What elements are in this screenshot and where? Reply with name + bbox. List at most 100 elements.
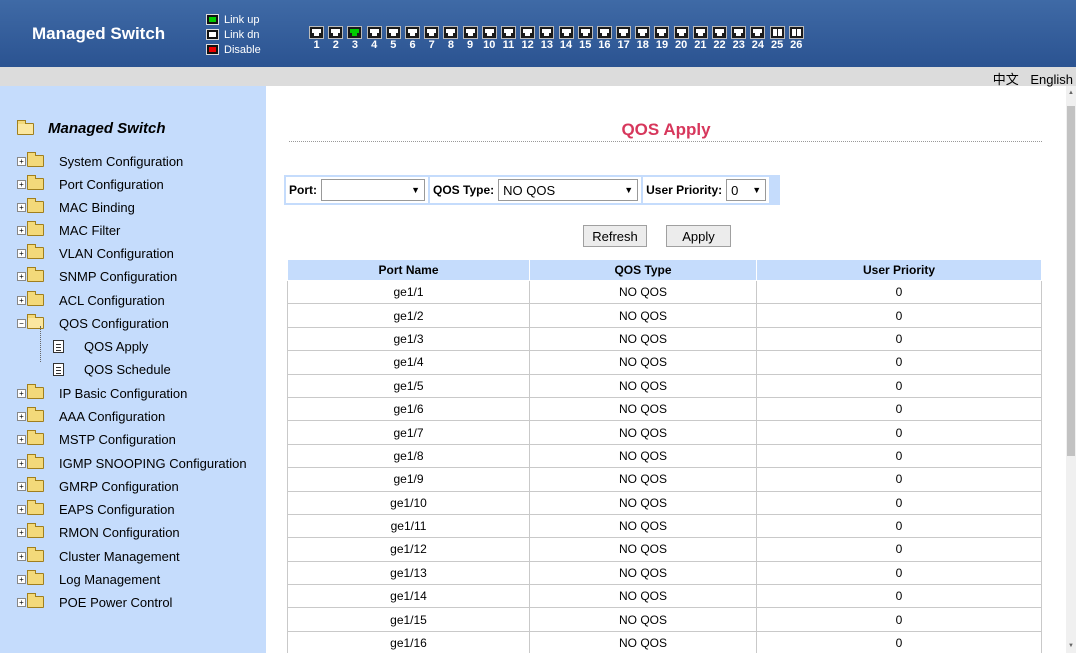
table-row[interactable]: ge1/9 NO QOS 0 [287,467,1042,492]
table-row[interactable]: ge1/16 NO QOS 0 [287,630,1042,653]
legend-disable: Disable [224,43,261,56]
sidebar-item-snmp-configuration[interactable]: + SNMP Configuration [17,267,177,285]
expand-icon[interactable]: + [17,504,26,514]
port-17[interactable]: 17 [614,26,633,52]
port-3[interactable]: 3 [345,26,364,52]
port-4[interactable]: 4 [365,26,384,52]
expand-icon[interactable]: + [17,271,26,281]
expand-icon[interactable]: + [17,225,26,235]
table-row[interactable]: ge1/7 NO QOS 0 [287,420,1042,445]
collapse-icon[interactable]: − [17,318,26,328]
tree-root[interactable]: Managed Switch [17,119,166,137]
expand-icon[interactable]: + [17,481,26,491]
port-2[interactable]: 2 [326,26,345,52]
port-1[interactable]: 1 [307,26,326,52]
table-row[interactable]: ge1/6 NO QOS 0 [287,396,1042,422]
sidebar-item-mstp-configuration[interactable]: + MSTP Configuration [17,430,176,448]
sidebar-item-ip-basic-configuration[interactable]: + IP Basic Configuration [17,384,187,402]
scroll-thumb[interactable] [1067,106,1075,456]
sidebar-item-mac-binding[interactable]: + MAC Binding [17,198,135,216]
lang-chinese-link[interactable]: 中文 [993,72,1019,87]
sidebar-subitem-qos-apply[interactable]: QOS Apply [53,337,148,355]
sidebar-item-cluster-management[interactable]: + Cluster Management [17,547,180,565]
cell-port-name: ge1/7 [287,420,530,445]
port-22[interactable]: 22 [710,26,729,52]
port-16[interactable]: 16 [595,26,614,52]
port-21[interactable]: 21 [691,26,710,52]
folder-icon [27,244,44,259]
port-23[interactable]: 23 [729,26,748,52]
sidebar-subitem-qos-schedule[interactable]: QOS Schedule [53,360,171,378]
expand-icon[interactable]: + [17,551,26,561]
column-header-port-name[interactable]: Port Name [287,259,530,281]
expand-icon[interactable]: + [17,388,26,398]
scroll-down-icon[interactable]: ▼ [1067,643,1075,649]
port-13[interactable]: 13 [537,26,556,52]
expand-icon[interactable]: + [17,574,26,584]
table-row[interactable]: ge1/4 NO QOS 0 [287,350,1042,375]
port-10[interactable]: 10 [480,26,499,52]
table-row[interactable]: ge1/8 NO QOS 0 [287,443,1042,469]
port-7[interactable]: 7 [422,26,441,52]
table-row[interactable]: ge1/15 NO QOS 0 [287,607,1042,632]
table-row[interactable]: ge1/1 NO QOS 0 [287,279,1042,305]
port-select[interactable]: ▼ [321,179,425,201]
port-14[interactable]: 14 [556,26,575,52]
sidebar-item-poe-power-control[interactable]: + POE Power Control [17,593,172,611]
scroll-up-icon[interactable]: ▲ [1067,90,1075,96]
table-row[interactable]: ge1/14 NO QOS 0 [287,584,1042,609]
sidebar-item-eaps-configuration[interactable]: + EAPS Configuration [17,500,175,518]
vertical-scrollbar[interactable]: ▲ ▼ [1066,86,1076,653]
refresh-button[interactable]: Refresh [583,225,647,247]
port-number: 19 [655,39,669,51]
port-9[interactable]: 9 [461,26,480,52]
port-5[interactable]: 5 [384,26,403,52]
table-row[interactable]: ge1/12 NO QOS 0 [287,537,1042,562]
table-row[interactable]: ge1/10 NO QOS 0 [287,490,1042,515]
expand-icon[interactable]: + [17,434,26,444]
sidebar-item-igmp-snooping-configuration[interactable]: + IGMP SNOOPING Configuration [17,454,247,472]
port-18[interactable]: 18 [633,26,652,52]
port-11[interactable]: 11 [499,26,518,52]
port-25[interactable]: 25 [768,26,787,52]
expand-icon[interactable]: + [17,202,26,212]
port-24[interactable]: 24 [748,26,767,52]
port-20[interactable]: 20 [672,26,691,52]
table-row[interactable]: ge1/5 NO QOS 0 [287,373,1042,398]
sidebar-item-rmon-configuration[interactable]: + RMON Configuration [17,523,180,541]
expand-icon[interactable]: + [17,597,26,607]
port-8[interactable]: 8 [441,26,460,52]
sidebar-item-vlan-configuration[interactable]: + VLAN Configuration [17,244,174,262]
table-row[interactable]: ge1/13 NO QOS 0 [287,560,1042,586]
expand-icon[interactable]: + [17,295,26,305]
port-6[interactable]: 6 [403,26,422,52]
ethernet-port-icon [539,26,555,39]
table-row[interactable]: ge1/3 NO QOS 0 [287,326,1042,352]
expand-icon[interactable]: + [17,411,26,421]
table-row[interactable]: ge1/2 NO QOS 0 [287,303,1042,328]
sidebar-item-aaa-configuration[interactable]: + AAA Configuration [17,407,165,425]
expand-icon[interactable]: + [17,156,26,166]
expand-icon[interactable]: + [17,458,26,468]
expand-icon[interactable]: + [17,248,26,258]
port-19[interactable]: 19 [652,26,671,52]
column-header-user-priority[interactable]: User Priority [756,259,1042,281]
table-row[interactable]: ge1/11 NO QOS 0 [287,513,1042,539]
ethernet-port-icon [347,26,363,39]
sidebar-item-gmrp-configuration[interactable]: + GMRP Configuration [17,477,179,495]
user-priority-select[interactable]: 0 ▼ [726,179,767,201]
port-12[interactable]: 12 [518,26,537,52]
sidebar-item-log-management[interactable]: + Log Management [17,570,160,588]
port-15[interactable]: 15 [576,26,595,52]
expand-icon[interactable]: + [17,179,26,189]
port-26[interactable]: 26 [787,26,806,52]
column-header-qos-type[interactable]: QOS Type [529,259,757,281]
apply-button[interactable]: Apply [666,225,731,247]
lang-english-link[interactable]: English [1030,72,1073,87]
expand-icon[interactable]: + [17,527,26,537]
sidebar-item-mac-filter[interactable]: + MAC Filter [17,221,120,239]
sidebar-item-acl-configuration[interactable]: + ACL Configuration [17,291,165,309]
sidebar-item-system-configuration[interactable]: + System Configuration [17,152,183,170]
qos-type-select[interactable]: NO QOS ▼ [498,179,639,201]
sidebar-item-port-configuration[interactable]: + Port Configuration [17,175,164,193]
